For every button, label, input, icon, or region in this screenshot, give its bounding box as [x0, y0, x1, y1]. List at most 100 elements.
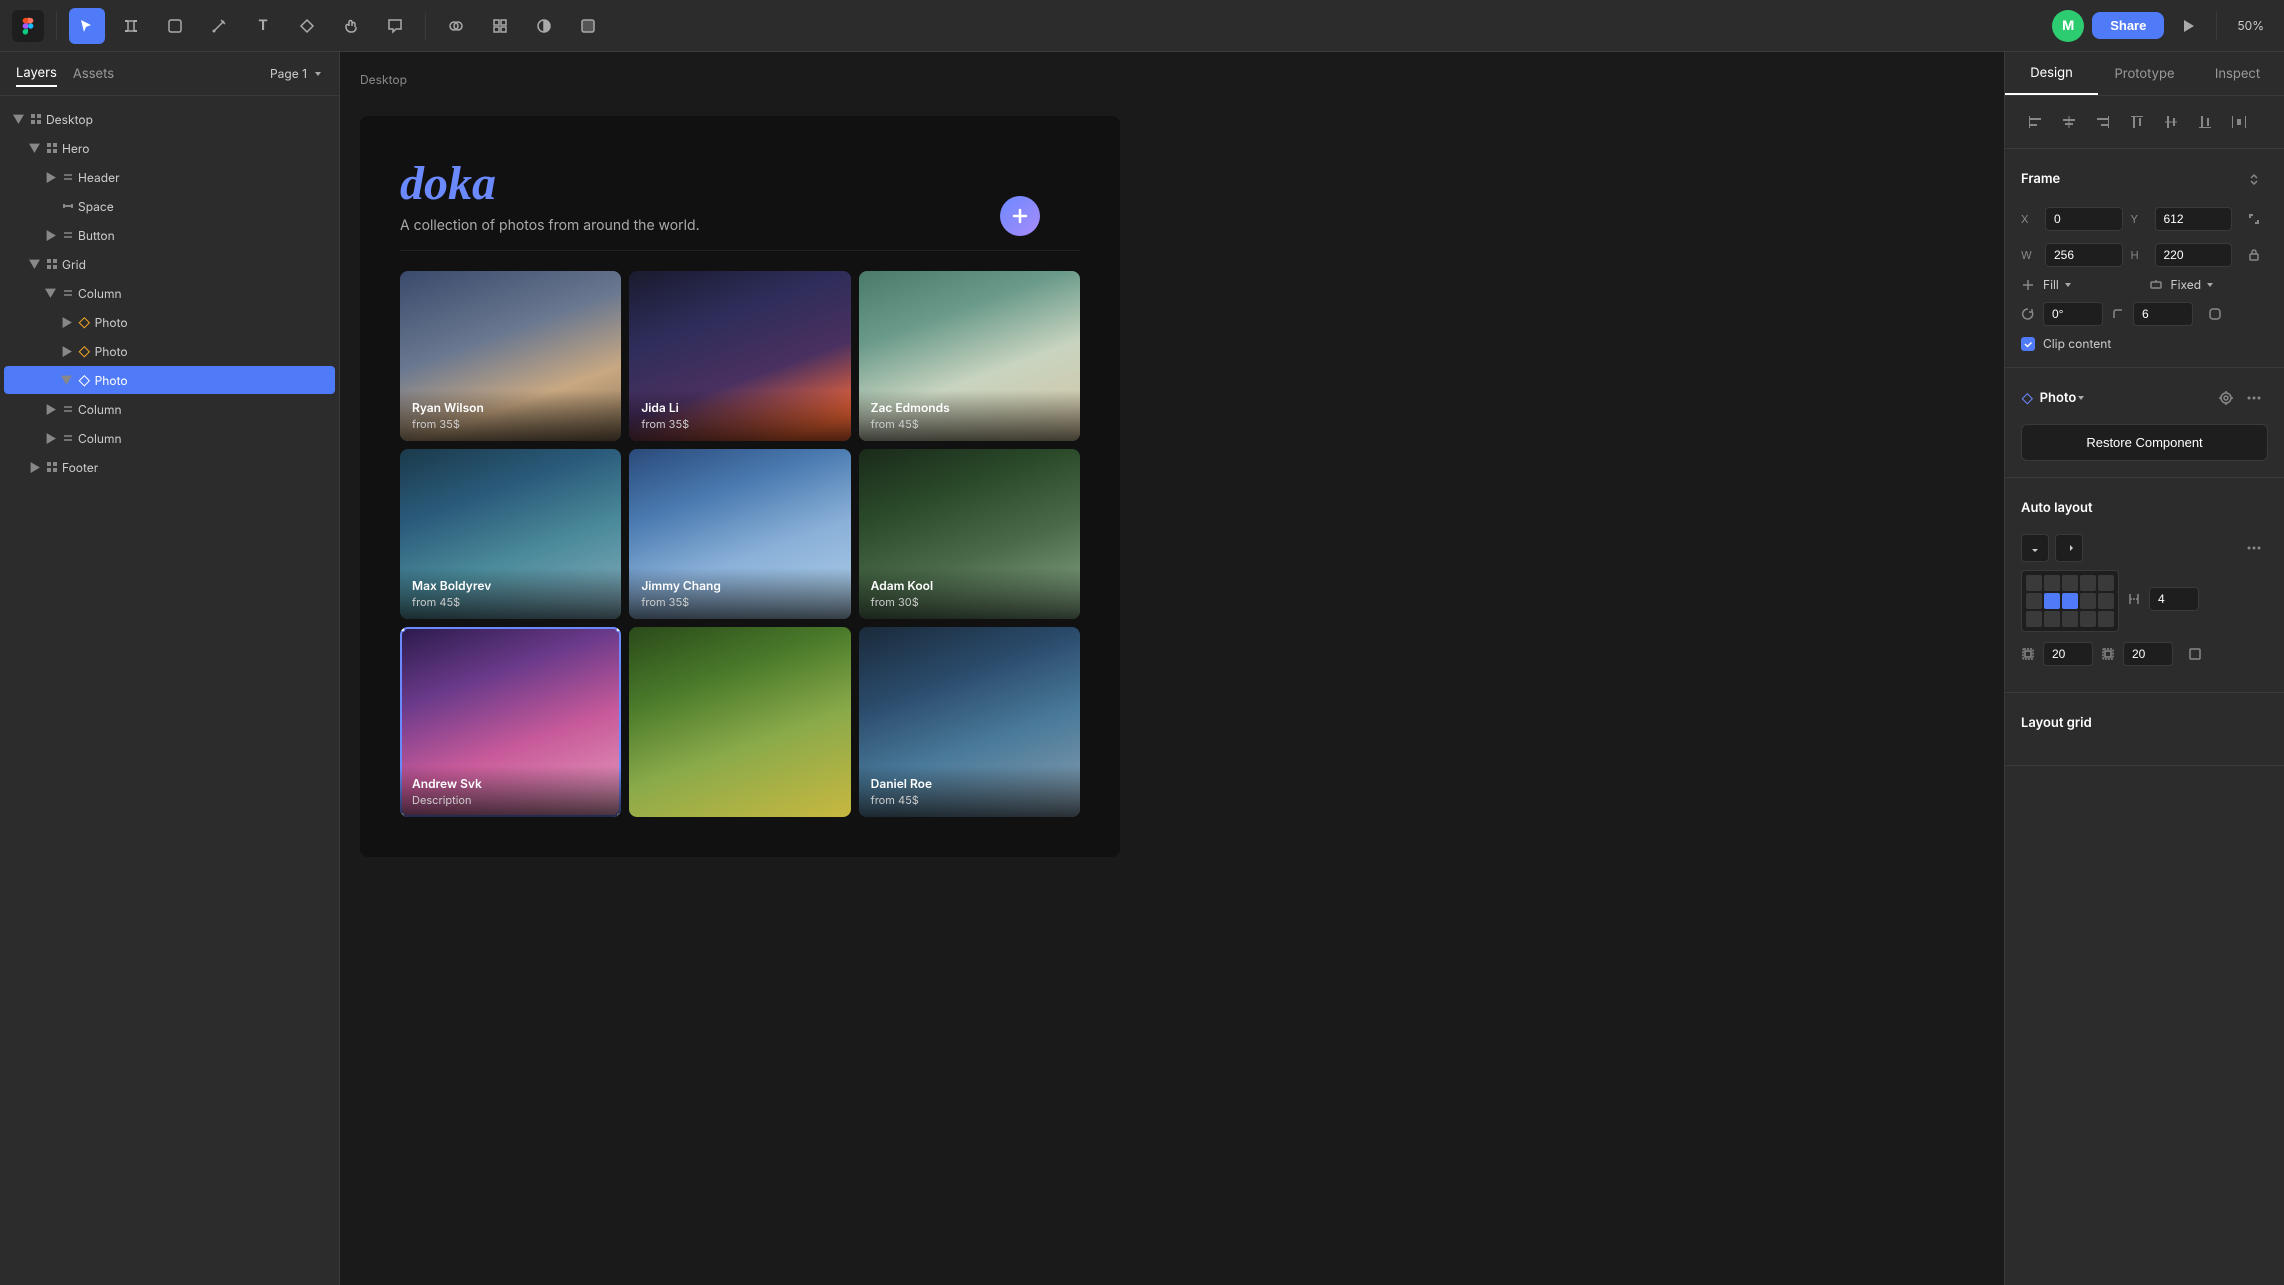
add-layout-grid-icon[interactable] [2240, 709, 2268, 737]
photo-card-adam[interactable]: Adam Kool from 30$ [859, 449, 1080, 619]
align-center-h-button[interactable] [2055, 108, 2083, 136]
x-input[interactable] [2045, 207, 2123, 231]
layer-hero[interactable]: ▶ Hero [4, 134, 335, 162]
photo-card-deer[interactable] [629, 627, 850, 817]
direction-down-button[interactable] [2021, 534, 2049, 562]
spacing-inputs [2127, 587, 2268, 615]
fill-control[interactable]: Fill [2043, 277, 2141, 292]
layer-name: Button [78, 228, 327, 243]
photo-label-andrew: Andrew Svk Description [400, 766, 621, 817]
photo-card-zac[interactable]: Zac Edmonds from 45$ [859, 271, 1080, 441]
doka-subtitle: A collection of photos from around the w… [400, 217, 1080, 234]
photo-name: Max Boldyrev [412, 578, 609, 593]
padding-expand-icon[interactable] [2181, 640, 2209, 668]
photo-card-max[interactable]: Max Boldyrev from 45$ [400, 449, 621, 619]
pen-tool[interactable] [201, 8, 237, 44]
list-icon [62, 432, 74, 444]
photo-card-daniel[interactable]: Daniel Roe from 45$ [859, 627, 1080, 817]
individual-corners-icon[interactable] [2201, 300, 2229, 328]
play-button[interactable] [2172, 10, 2204, 42]
lock-ratio-icon[interactable] [2240, 241, 2268, 269]
restore-component-button[interactable]: Restore Component [2021, 424, 2268, 461]
photo-card-jimmy[interactable]: Jimmy Chang from 35$ [629, 449, 850, 619]
layer-button[interactable]: ▶ Button [4, 221, 335, 249]
layer-photo2[interactable]: ▶ ◇ Photo [4, 337, 335, 365]
y-input[interactable] [2155, 207, 2233, 231]
padding-v-input[interactable] [2123, 642, 2173, 666]
align-top-button[interactable] [2123, 108, 2151, 136]
rotation-input[interactable] [2043, 302, 2103, 326]
inspect-tab[interactable]: Inspect [2191, 52, 2284, 95]
frame-chevron-icon[interactable] [2240, 165, 2268, 193]
layer-column1[interactable]: ▶ Column [4, 279, 335, 307]
app-logo[interactable] [12, 10, 44, 42]
w-input[interactable] [2045, 243, 2123, 267]
share-button[interactable]: Share [2092, 12, 2164, 39]
photo-price: from 35$ [641, 417, 838, 431]
component-more-icon[interactable] [2240, 384, 2268, 412]
wh-row: W H [2021, 241, 2268, 269]
frame-tool[interactable] [113, 8, 149, 44]
padding-h-input[interactable] [2043, 642, 2093, 666]
layer-grid[interactable]: ▶ Grid [4, 250, 335, 278]
assets-tab[interactable]: Assets [73, 62, 114, 86]
select-tool[interactable] [69, 8, 105, 44]
zoom-level[interactable]: 50% [2229, 18, 2272, 33]
design-tab[interactable]: Design [2005, 52, 2098, 95]
user-avatar[interactable]: M [2052, 10, 2084, 42]
clip-label: Clip content [2043, 336, 2111, 351]
rotation-corner-row [2021, 300, 2268, 328]
page-selector[interactable]: Page 1 [270, 66, 323, 81]
align-left-button[interactable] [2021, 108, 2049, 136]
photo-card-andrew[interactable]: Andrew Svk Description Fill × 220 [400, 627, 621, 817]
layer-footer[interactable]: ▶ Footer [4, 453, 335, 481]
component-target-icon[interactable] [2212, 384, 2240, 412]
mask-tool[interactable] [438, 8, 474, 44]
rotation-icon [2021, 307, 2035, 321]
photo-name: Andrew Svk [412, 776, 609, 791]
auto-layout-title: Auto layout [2021, 500, 2093, 516]
layer-photo3[interactable]: ▶ ◇ Photo [4, 366, 335, 394]
layer-space[interactable]: ▶ Space [4, 192, 335, 220]
alignment-row [2021, 108, 2268, 136]
clip-checkbox[interactable] [2021, 337, 2035, 351]
comment-tool[interactable] [377, 8, 413, 44]
contrast-tool[interactable] [526, 8, 562, 44]
hand-tool[interactable] [333, 8, 369, 44]
fill-tool[interactable] [570, 8, 606, 44]
layers-tab[interactable]: Layers [16, 61, 57, 87]
layer-photo1[interactable]: ▶ ◇ Photo [4, 308, 335, 336]
layer-name: Photo [95, 373, 327, 388]
gap-input[interactable] [2149, 587, 2199, 611]
layer-name: Photo [95, 344, 327, 359]
shape-tool[interactable] [157, 8, 193, 44]
align-right-button[interactable] [2089, 108, 2117, 136]
corner-radius-input[interactable] [2133, 302, 2193, 326]
component-tool[interactable] [289, 8, 325, 44]
align-bottom-button[interactable] [2191, 108, 2219, 136]
layer-desktop[interactable]: ▶ Desktop [4, 105, 335, 133]
photo-label-daniel: Daniel Roe from 45$ [859, 766, 1080, 817]
auto-layout-direction [2021, 534, 2268, 562]
resize-icon[interactable] [2240, 205, 2268, 233]
prototype-tab[interactable]: Prototype [2098, 52, 2191, 95]
component-diamond-icon: ◇ [2021, 391, 2034, 406]
align-center-v-button[interactable] [2157, 108, 2185, 136]
grid-icon [46, 461, 58, 473]
add-photo-button[interactable] [1000, 196, 1040, 236]
h-input[interactable] [2155, 243, 2233, 267]
add-auto-layout-icon[interactable] [2240, 494, 2268, 522]
direction-right-button[interactable] [2055, 534, 2083, 562]
fixed-control[interactable]: Fixed [2171, 277, 2269, 292]
plugin-tool[interactable] [482, 8, 518, 44]
distribute-button[interactable] [2225, 108, 2253, 136]
auto-layout-more-icon[interactable] [2240, 534, 2268, 562]
layer-column3[interactable]: ▶ Column [4, 424, 335, 452]
photo-card-jida[interactable]: Jida Li from 35$ [629, 271, 850, 441]
layer-header[interactable]: ▶ Header [4, 163, 335, 191]
layer-column2[interactable]: ▶ Column [4, 395, 335, 423]
canvas[interactable]: Desktop doka A collection of photos from… [340, 52, 2004, 1285]
gap-row [2127, 587, 2268, 611]
photo-card-ryan[interactable]: Ryan Wilson from 35$ [400, 271, 621, 441]
text-tool[interactable]: T [245, 8, 281, 44]
